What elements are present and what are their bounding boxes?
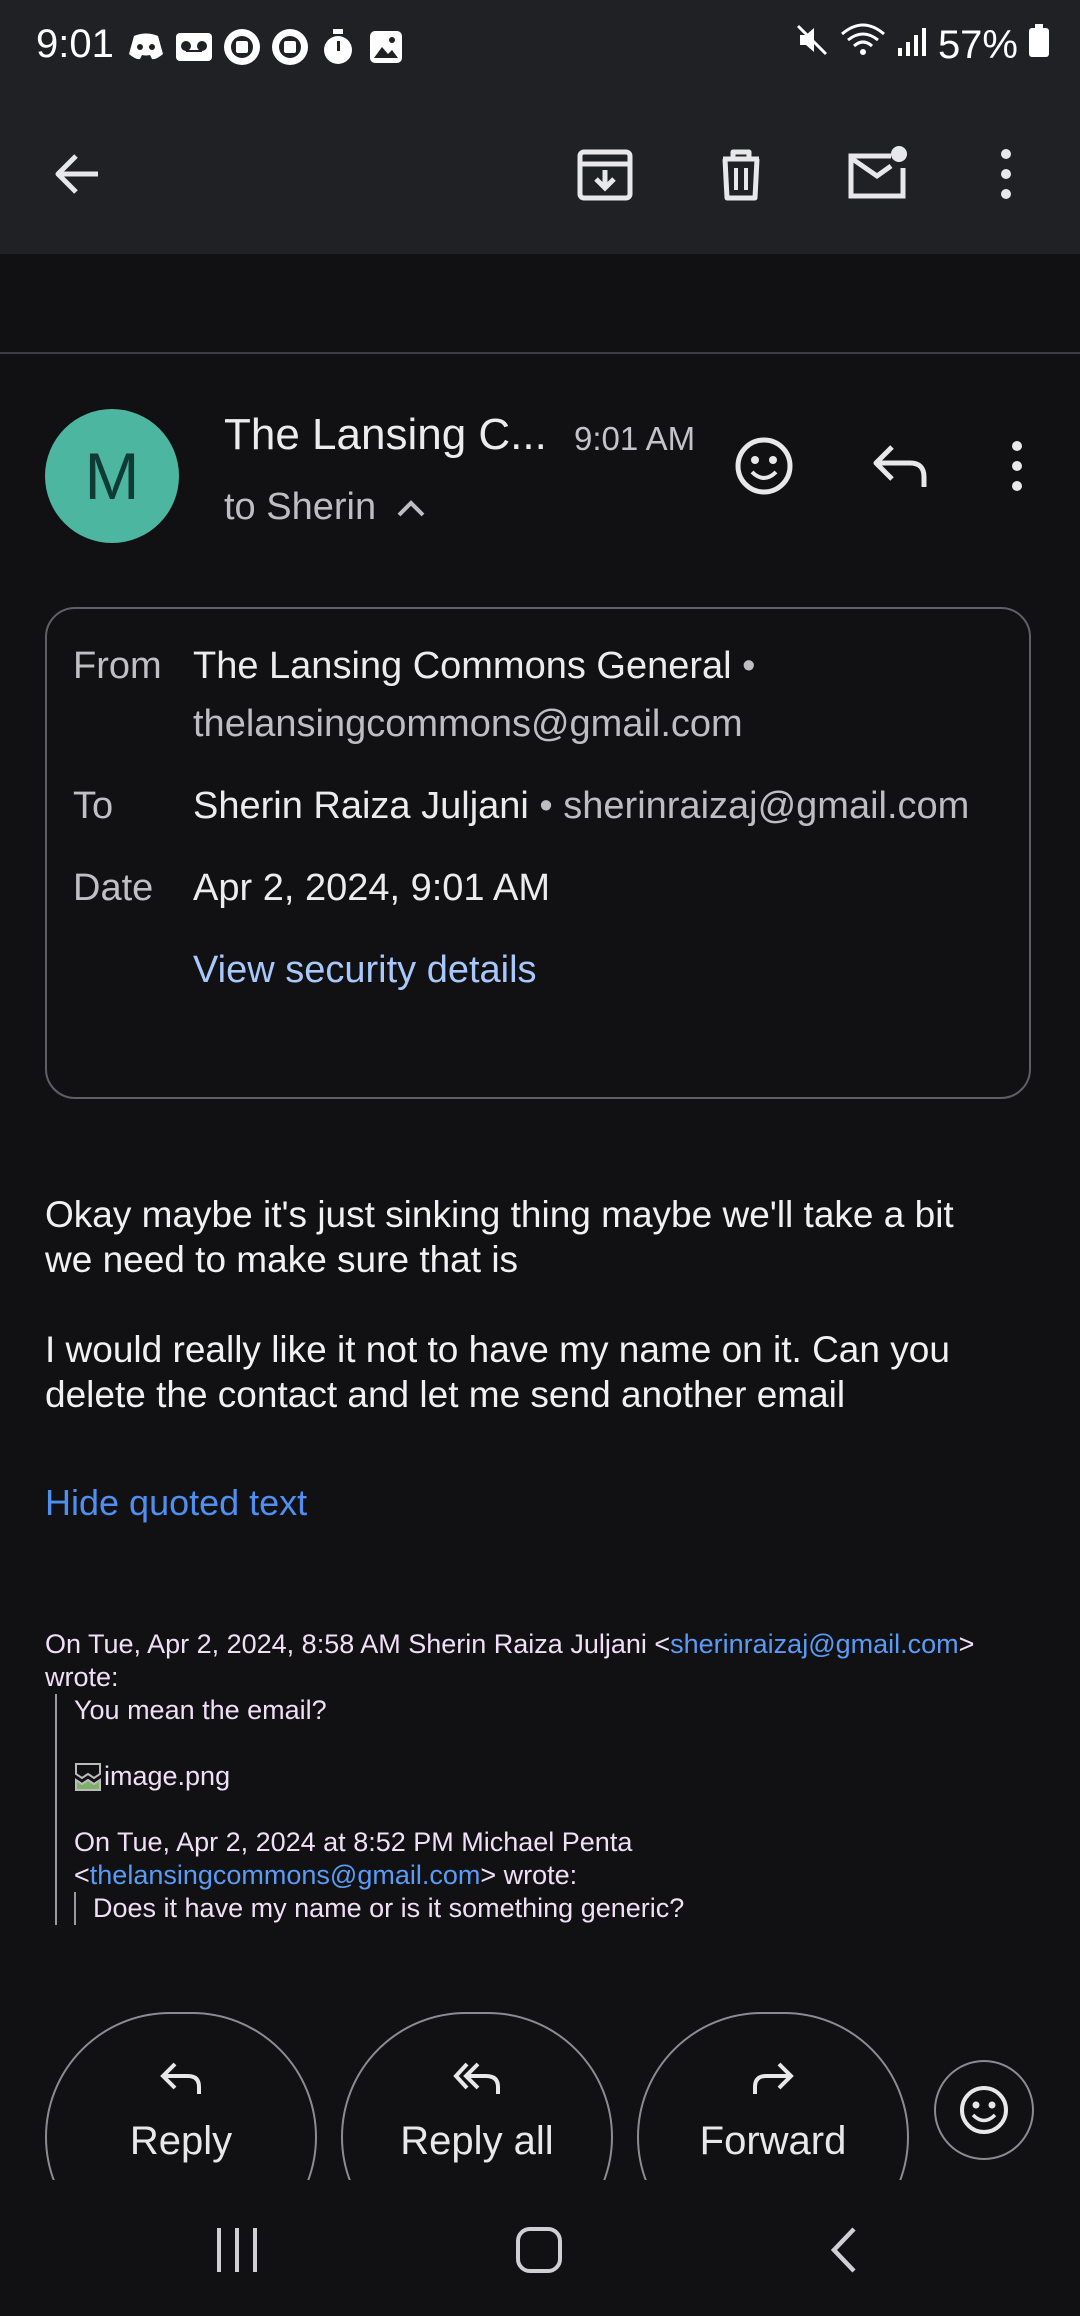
separator-dot: • [539, 785, 553, 827]
add-reaction-button[interactable] [934, 2060, 1034, 2160]
react-button[interactable] [724, 426, 804, 506]
recents-button[interactable] [192, 2210, 282, 2290]
avatar-letter: M [84, 439, 140, 513]
attribution-wrote-2: > wrote: [480, 1860, 578, 1890]
mark-unread-button[interactable] [837, 134, 917, 214]
chevron-up-icon [397, 499, 425, 516]
forward-icon-wrap [639, 2060, 907, 2098]
reply-icon-button[interactable] [860, 426, 940, 506]
body-line: I would really like it not to have my na… [45, 1329, 950, 1370]
emoji-icon [960, 2086, 1008, 2134]
archive-button[interactable] [565, 134, 645, 214]
more-vert-icon [1001, 149, 1011, 199]
quoted-email-link-2[interactable]: thelansingcommons@gmail.com [90, 1860, 481, 1890]
reply-icon [160, 2062, 201, 2094]
from-label: From [73, 645, 162, 687]
more-vert-icon [1012, 441, 1022, 491]
back-nav-button[interactable] [798, 2210, 888, 2290]
battery-percent: 57% [937, 22, 1018, 67]
separator-dot: • [742, 645, 756, 687]
reply-icon [873, 445, 927, 487]
body-line: we need to make sure that is [45, 1239, 519, 1280]
trash-icon [722, 149, 760, 201]
quote-attribution-1: On Tue, Apr 2, 2024, 8:58 AM Sherin Raiz… [45, 1628, 1045, 1661]
status-bar: 9:01 57% [0, 0, 1080, 96]
status-time: 9:01 [36, 22, 114, 66]
wifi-icon [840, 22, 886, 68]
to-value: Sherin Raiza Juljani • sherinraizaj@gmai… [193, 777, 969, 835]
attribution-open: < [74, 1860, 90, 1890]
quoted-text: On Tue, Apr 2, 2024, 8:58 AM Sherin Raiz… [45, 1628, 1045, 1925]
reply-all-label: Reply all [400, 2119, 554, 2163]
blockquote-level-1: You mean the email? image.png On Tue, Ap… [55, 1694, 1045, 1925]
broken-image[interactable]: image.png [74, 1760, 1045, 1793]
message-time: 9:01 AM [574, 420, 696, 457]
message-more-button[interactable] [977, 426, 1057, 506]
from-value: The Lansing Commons General • thelansing… [193, 637, 755, 753]
message-body-paragraph-2: I would really like it not to have my na… [45, 1327, 1035, 1417]
recipient-toggle[interactable]: to Sherin [224, 486, 426, 529]
discord-icon [126, 27, 166, 67]
signal-icon [896, 23, 928, 68]
body-line: Okay maybe it's just sinking thing maybe… [45, 1194, 954, 1235]
quote-attribution-2: On Tue, Apr 2, 2024 at 8:52 PM Michael P… [74, 1827, 633, 1857]
home-button[interactable] [494, 2210, 584, 2290]
archive-icon [577, 149, 633, 201]
attribution-wrote: wrote: [45, 1662, 119, 1692]
delete-button[interactable] [701, 134, 781, 214]
date-label: Date [73, 867, 154, 909]
quoted-message-1: You mean the email? [74, 1695, 327, 1725]
reply-all-icon [453, 2062, 500, 2094]
voicemail-icon [174, 27, 214, 67]
view-security-details-link[interactable]: View security details [193, 941, 537, 999]
to-label-detail: To [73, 785, 114, 827]
battery-icon [1028, 23, 1050, 68]
sender-avatar[interactable]: M [45, 409, 179, 543]
blockquote-level-2: Does it have my name or is it something … [74, 1892, 1045, 1925]
sender-name[interactable]: The Lansing C... [224, 410, 547, 460]
to-email: sherinraizaj@gmail.com [563, 785, 970, 827]
from-name: The Lansing Commons General [193, 645, 732, 687]
from-email: thelansingcommons@gmail.com [193, 703, 743, 745]
circle-app-icon-2 [270, 27, 310, 67]
to-name: Sherin Raiza Juljani [193, 785, 529, 827]
system-nav-bar [0, 2180, 1080, 2316]
message-body-paragraph-1: Okay maybe it's just sinking thing maybe… [45, 1192, 1035, 1282]
attribution-close: > [958, 1629, 975, 1659]
timer-icon [318, 27, 358, 67]
hide-quoted-text-link[interactable]: Hide quoted text [45, 1482, 307, 1524]
forward-icon [753, 2062, 794, 2094]
quoted-email-link[interactable]: sherinraizaj@gmail.com [670, 1629, 959, 1659]
quote-attribution-2-line2: <thelansingcommons@gmail.com> wrote: [74, 1859, 1045, 1892]
more-options-button[interactable] [966, 134, 1046, 214]
message-details-card: From The Lansing Commons General • thela… [45, 607, 1031, 1099]
circle-app-icon [222, 27, 262, 67]
email-toolbar [0, 96, 1080, 254]
recents-icon [217, 2228, 257, 2272]
chevron-left-icon [830, 2227, 856, 2273]
image-alt-text: image.png [104, 1761, 231, 1791]
attribution-text: On Tue, Apr 2, 2024, 8:58 AM Sherin Raiz… [45, 1629, 671, 1659]
reply-all-icon-wrap [343, 2060, 611, 2098]
image-icon [366, 27, 406, 67]
home-icon [516, 2227, 562, 2273]
reply-icon-wrap [47, 2060, 315, 2098]
emoji-icon [735, 437, 793, 495]
to-label: to Sherin [224, 486, 377, 528]
date-value: Apr 2, 2024, 9:01 AM [193, 867, 551, 909]
mail-unread-icon [848, 146, 907, 199]
broken-image-icon [75, 1762, 101, 1791]
back-button[interactable] [38, 134, 118, 214]
forward-label: Forward [699, 2119, 847, 2163]
quoted-message-2: Does it have my name or is it something … [93, 1893, 685, 1923]
reply-label: Reply [129, 2119, 233, 2163]
mute-icon [794, 22, 830, 68]
arrow-left-icon [55, 154, 98, 194]
status-right: 57% [794, 22, 1050, 68]
notification-icons [126, 27, 406, 67]
body-line: delete the contact and let me send anoth… [45, 1374, 846, 1415]
divider [0, 352, 1080, 354]
